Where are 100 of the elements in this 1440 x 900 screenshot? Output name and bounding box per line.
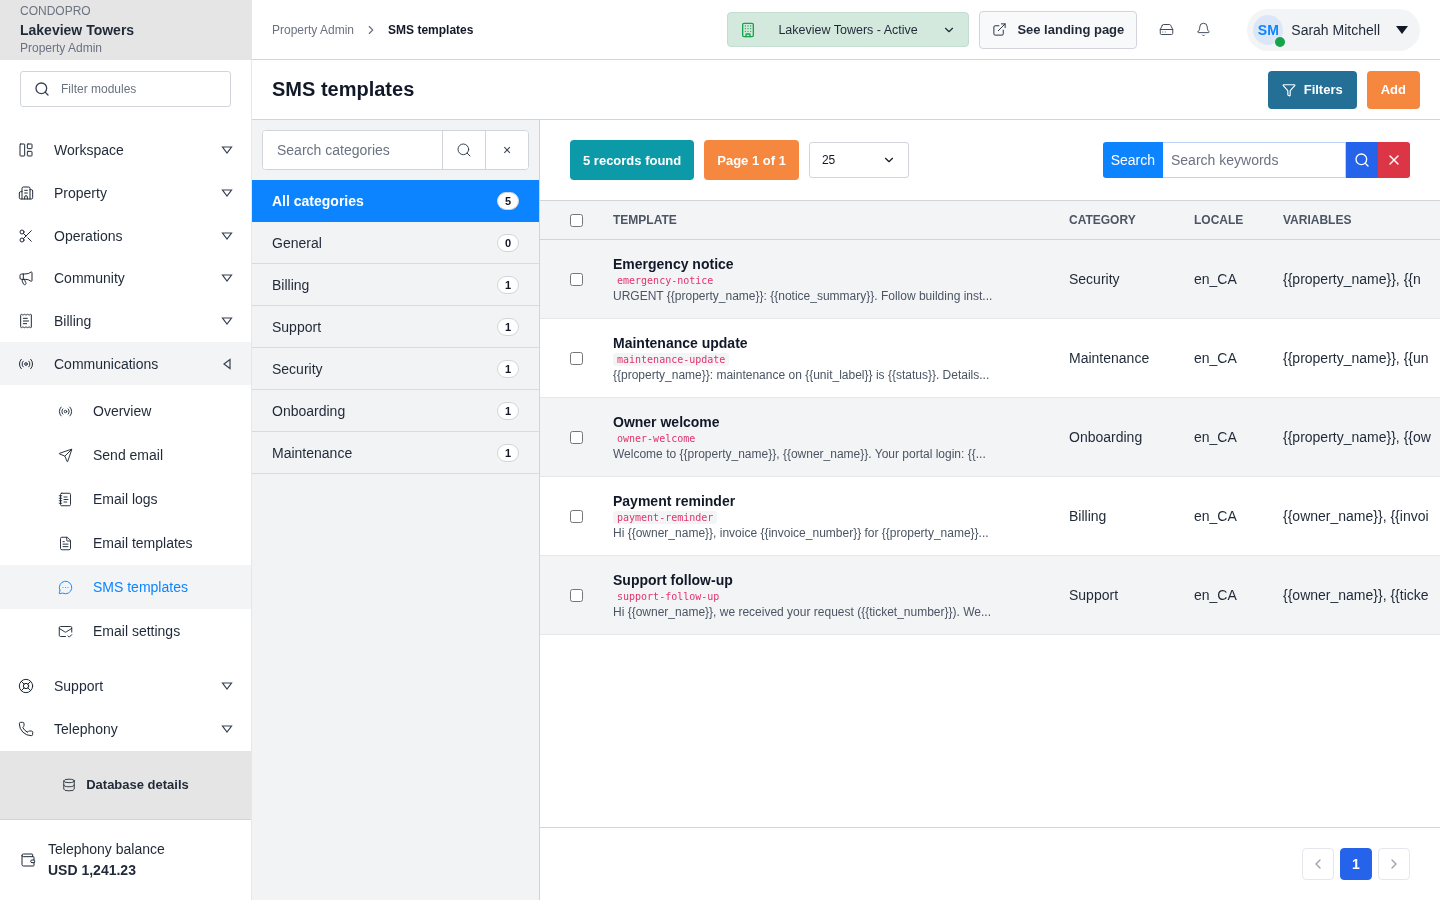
keyword-search-field[interactable]: Search keywords bbox=[1163, 142, 1346, 178]
landing-page-button[interactable]: See landing page bbox=[979, 10, 1138, 49]
nav-item[interactable]: Telephony bbox=[0, 707, 251, 751]
template-name: Payment reminder bbox=[613, 492, 736, 509]
row-checkbox[interactable] bbox=[570, 272, 583, 286]
row-checkbox[interactable] bbox=[570, 588, 583, 602]
filter-field[interactable]: Filter modules bbox=[20, 71, 231, 107]
nav-subitem[interactable]: Email settings bbox=[0, 609, 251, 654]
table-row[interactable]: Owner welcome owner-welcome Welcome to {{property_name}}, {{owner_name}}. Your portal login: {{... Onboarding en_CA {{property_name}}, {{ow bbox=[540, 398, 1440, 477]
nav-item[interactable]: Property bbox=[0, 171, 251, 215]
nav-item[interactable]: Operations bbox=[0, 214, 251, 258]
breadcrumb-item[interactable]: Property Admin bbox=[272, 22, 355, 37]
count-badge: 1 bbox=[497, 443, 519, 462]
database-link[interactable]: Database details bbox=[86, 777, 189, 793]
filters-button[interactable]: Filters bbox=[1267, 70, 1357, 109]
nav-subitem[interactable]: Overview bbox=[0, 389, 251, 434]
records-badge: 5 records found bbox=[570, 140, 695, 180]
category-cell-text: Onboarding bbox=[1069, 429, 1144, 445]
category-cell-text: Billing bbox=[1069, 508, 1108, 524]
balance-amount: USD 1,241.23 bbox=[48, 861, 137, 881]
collapse-triangle-icon bbox=[221, 357, 233, 370]
inbox-icon bbox=[1159, 22, 1175, 37]
row-checkbox[interactable] bbox=[570, 351, 583, 365]
select-all-checkbox[interactable] bbox=[570, 213, 583, 227]
search-icon bbox=[456, 142, 472, 158]
column-header: VARIABLES bbox=[1283, 213, 1353, 227]
count-badge: 1 bbox=[497, 401, 519, 420]
user-menu[interactable]: SM Sarah Mitchell bbox=[1247, 8, 1420, 51]
template-preview: URGENT {{property_name}}: {{notice_summary}}. Follow building inst... bbox=[613, 288, 993, 303]
role-label: Property Admin bbox=[20, 41, 104, 56]
template-preview: {{property_name}}: maintenance on {{unit_label}} is {{status}}. Details... bbox=[613, 367, 990, 382]
table-row[interactable]: Support follow-up support-follow-up Hi {{owner_name}}, we received your request ({{ticket_number}}). We... Support en_CA {{owner_name}}, {{ticke bbox=[540, 556, 1440, 635]
nav-subitem[interactable]: Email templates bbox=[0, 521, 251, 566]
database-icon bbox=[62, 778, 77, 792]
variables-cell-text: {{property_name}}, {{ow bbox=[1283, 429, 1432, 445]
nav-item[interactable]: Workspace bbox=[0, 129, 251, 172]
column-header: LOCALE bbox=[1194, 213, 1245, 227]
variables-cell-text: {{property_name}}, {{un bbox=[1283, 350, 1430, 366]
search-label: Search bbox=[1102, 142, 1163, 178]
category-search-field[interactable]: Search categories × bbox=[262, 130, 529, 170]
phone-icon bbox=[18, 721, 34, 738]
lifebuoy-icon bbox=[18, 678, 34, 695]
notebook-icon bbox=[58, 491, 73, 507]
count-badge: 1 bbox=[497, 317, 519, 336]
breadcrumb-item: SMS templates bbox=[388, 22, 474, 37]
locale-cell-text: en_CA bbox=[1194, 271, 1238, 287]
nav-subitem[interactable]: Send email bbox=[0, 433, 251, 478]
variables-cell-text: {{owner_name}}, {{ticke bbox=[1283, 587, 1430, 603]
count-badge: 0 bbox=[497, 233, 519, 252]
row-checkbox[interactable] bbox=[570, 430, 583, 444]
chat-bubble-icon bbox=[58, 579, 73, 595]
property-name: Lakeview Towers bbox=[20, 21, 136, 40]
page-button[interactable]: 1 bbox=[1340, 848, 1372, 880]
product-name: CONDOPRO bbox=[20, 4, 92, 19]
search-icon bbox=[34, 81, 50, 97]
template-name: Support follow-up bbox=[613, 571, 733, 588]
building-icon bbox=[18, 185, 34, 202]
table-row[interactable]: Emergency notice emergency-notice URGENT {{property_name}}: {{notice_summary}}. Follow building inst... Security en_CA {{property_name}}, {{n bbox=[540, 240, 1440, 319]
category-item[interactable]: Support 1 bbox=[252, 306, 539, 348]
layout-icon bbox=[18, 142, 34, 159]
clear-button[interactable]: × bbox=[485, 131, 528, 169]
nav-item[interactable]: Billing bbox=[0, 299, 251, 343]
page-title: SMS templates bbox=[272, 78, 416, 101]
template-name: Maintenance update bbox=[613, 334, 748, 351]
column-header: TEMPLATE bbox=[613, 213, 678, 227]
funnel-icon bbox=[1281, 82, 1296, 97]
scissors-icon bbox=[18, 227, 34, 244]
bell-icon bbox=[1196, 22, 1212, 37]
column-header: CATEGORY bbox=[1069, 213, 1137, 227]
nav-item[interactable]: Communications bbox=[0, 342, 251, 386]
count-badge: 5 bbox=[497, 191, 519, 210]
property-select[interactable]: Lakeview Towers - Active bbox=[727, 12, 970, 47]
template-slug: support-follow-up bbox=[616, 589, 721, 603]
category-item[interactable]: Onboarding 1 bbox=[252, 390, 539, 432]
category-item[interactable]: Security 1 bbox=[252, 348, 539, 390]
search-button[interactable] bbox=[1346, 142, 1378, 178]
category-item[interactable]: Billing 1 bbox=[252, 264, 539, 306]
locale-cell-text: en_CA bbox=[1194, 587, 1238, 603]
receipt-icon bbox=[18, 313, 34, 330]
variables-cell-text: {{owner_name}}, {{invoi bbox=[1283, 508, 1430, 524]
row-checkbox[interactable] bbox=[570, 509, 583, 523]
megaphone-icon bbox=[18, 270, 34, 287]
external-link-icon bbox=[992, 22, 1008, 37]
template-preview: Hi {{owner_name}}, invoice {{invoice_number}} for {{property_name}}... bbox=[613, 525, 989, 540]
template-slug: emergency-notice bbox=[616, 273, 715, 287]
nav-item[interactable]: Support bbox=[0, 665, 251, 708]
page-size-select[interactable]: 25 bbox=[808, 142, 909, 178]
nav-subitem[interactable]: Email logs bbox=[0, 477, 251, 522]
locale-cell-text: en_CA bbox=[1194, 350, 1238, 366]
category-item[interactable]: Maintenance 1 bbox=[252, 432, 539, 474]
mail-icon bbox=[58, 623, 73, 639]
locale-cell-text: en_CA bbox=[1194, 508, 1238, 524]
template-slug: payment-reminder bbox=[613, 510, 718, 524]
page-badge: Page 1 of 1 bbox=[704, 140, 799, 180]
category-item[interactable]: All categories 5 bbox=[252, 180, 539, 222]
category-cell-text: Security bbox=[1069, 271, 1121, 287]
category-item[interactable]: General 0 bbox=[252, 222, 539, 264]
nav-item[interactable]: Community bbox=[0, 257, 251, 300]
template-preview: Welcome to {{property_name}}, {{owner_name}}. Your portal login: {{... bbox=[613, 446, 986, 461]
balance-label: Telephony balance bbox=[48, 840, 165, 860]
